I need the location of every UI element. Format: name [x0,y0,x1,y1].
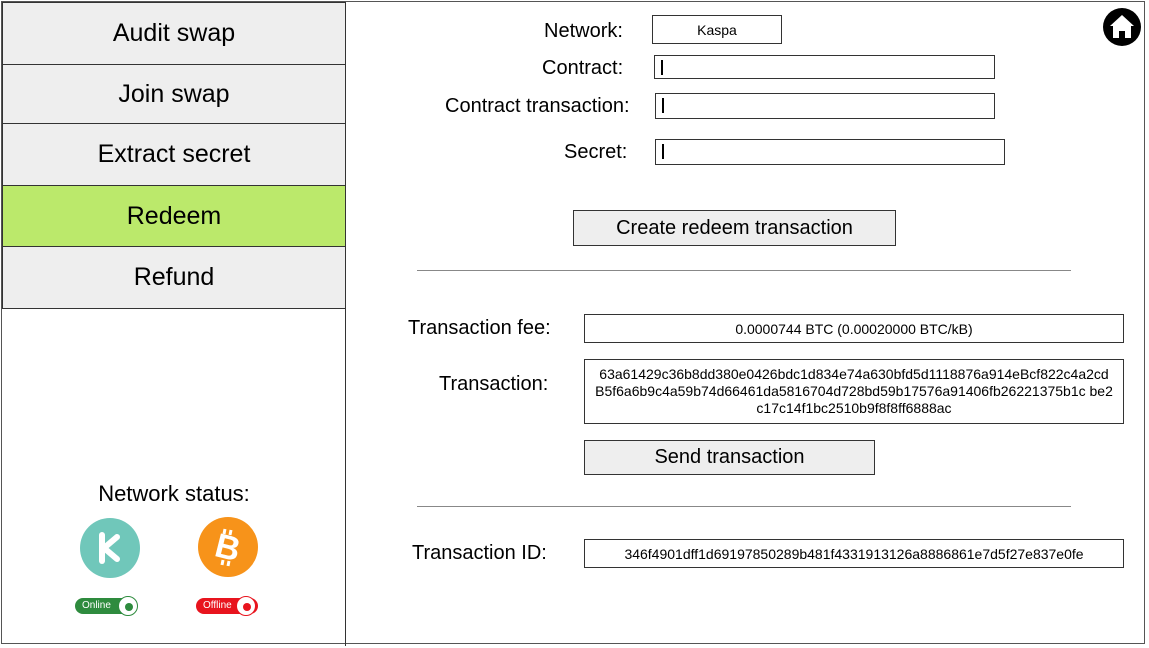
kaspa-logo-icon [80,518,140,578]
secret-label: Secret: [564,141,628,163]
network-status-title: Network status: [98,481,250,506]
bitcoin-status-toggle[interactable]: Offline [196,596,258,616]
transaction-label: Transaction: [439,373,549,395]
txid-field[interactable]: 346f4901dff1d69197850289b481f4331913126a… [584,539,1124,568]
contract-label: Contract: [542,57,624,79]
contract-tx-input[interactable] [655,93,995,119]
transaction-field[interactable]: 63a61429c36b8dd380e0426bdc1d834e74a630bf… [584,359,1124,424]
bitcoin-logo-icon: B [198,517,258,577]
contract-input[interactable] [654,55,995,79]
text-caret [662,144,664,159]
contract-tx-label: Contract transaction: [445,95,630,117]
text-caret [661,60,663,75]
create-redeem-button[interactable]: Create redeem transaction [573,210,896,246]
nav-extract-secret[interactable]: Extract secret [2,123,346,186]
home-icon[interactable] [1103,8,1141,46]
secret-input[interactable] [655,139,1005,165]
nav-refund[interactable]: Refund [2,246,346,309]
network-label: Network: [544,20,623,42]
send-transaction-button[interactable]: Send transaction [584,440,875,475]
fee-label: Transaction fee: [408,317,551,339]
bitcoin-toggle-knob [236,596,256,616]
text-caret [662,98,664,113]
kaspa-status-toggle[interactable]: Online [75,596,138,616]
network-select[interactable]: Kaspa [652,15,782,44]
kaspa-toggle-knob [118,596,138,616]
nav-redeem[interactable]: Redeem [2,185,346,247]
nav-join-swap[interactable]: Join swap [2,64,346,124]
nav-audit-swap[interactable]: Audit swap [2,2,346,65]
fee-field: 0.0000744 BTC (0.00020000 BTC/kB) [584,314,1124,343]
txid-label: Transaction ID: [412,542,547,564]
kaspa-status-label: Online [82,600,111,611]
divider [417,506,1071,507]
divider [417,270,1071,271]
bitcoin-status-label: Offline [203,600,232,611]
